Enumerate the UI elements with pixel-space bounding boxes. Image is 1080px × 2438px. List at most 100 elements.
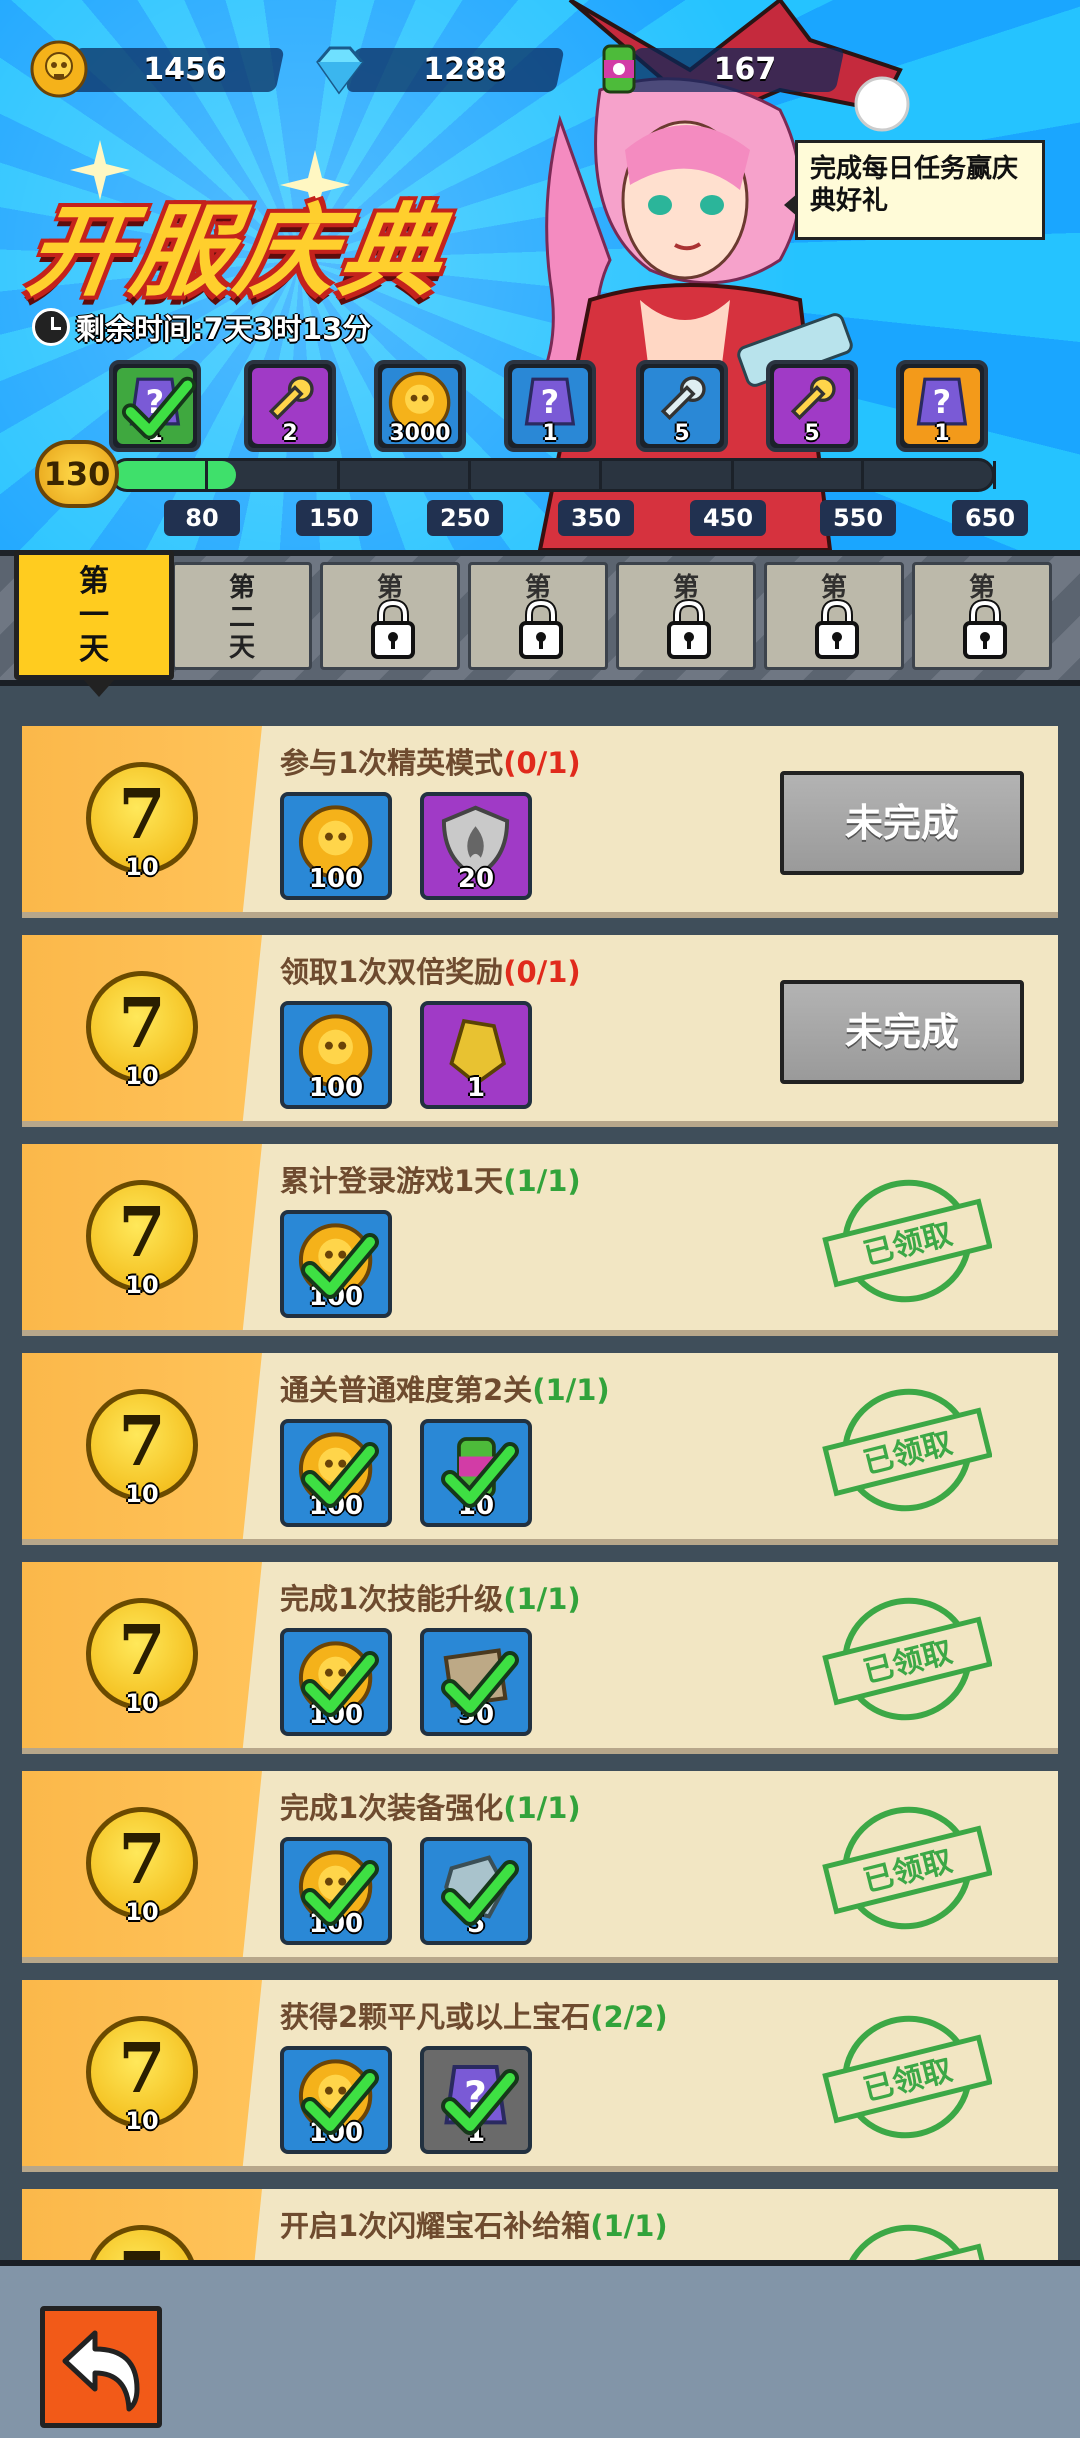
back-button[interactable] [40,2306,162,2428]
reward-item[interactable]: 10 [420,1419,532,1527]
progress-tick [731,461,734,489]
progress-tick [468,461,471,489]
progress-tick [861,461,864,489]
medal-number: 7 [118,775,166,855]
lock-icon [371,598,415,659]
milestone-label: 150 [296,500,372,536]
energy-can-icon [602,44,636,94]
lock-icon [963,598,1007,659]
progress-fill [113,461,237,489]
event-timer: 剩余时间:7天3时13分 [32,305,371,349]
claimed-stamp: 已领取 [822,2224,992,2260]
checkmark-icon [441,1860,519,1926]
milestone-reward-5[interactable]: 5 [636,360,728,452]
task-text: 参与1次精英模式 [280,746,504,780]
task-title: 通关普通难度第2关(1/1) [280,1367,610,1409]
bottom-bar [0,2260,1080,2438]
reward-item[interactable]: 100 [280,1001,392,1109]
medal-points: 10 [125,1480,159,1508]
medal-points: 10 [125,1689,159,1717]
milestone-label: 350 [558,500,634,536]
task-list[interactable]: 7 10 参与1次精英模式(0/1) 100 20 未完成 7 10 领取1次双倍奖励(0/1)… [0,680,1080,2260]
lock-icon [519,598,563,659]
task-text: 完成1次装备强化 [280,1791,504,1825]
checkmark-icon [301,1442,379,1508]
milestone-reward-3[interactable]: 3000 [374,360,466,452]
medal-icon: 710 [86,2016,198,2135]
reward-count: 100 [308,864,364,894]
tab-day-1[interactable]: 第 一 天 [14,550,174,697]
task-text: 领取1次双倍奖励 [280,955,504,989]
milestone-label: 650 [952,500,1028,536]
tab-day-5[interactable]: 第 五 天 [616,562,756,670]
task-title: 开启1次闪耀宝石补给箱(1/1) [280,2203,668,2245]
milestone-reward-7[interactable]: ? 1 [896,360,988,452]
tab-day-2[interactable]: 第 二 天 [172,562,312,670]
reward-item[interactable]: 30 [420,1628,532,1736]
progress-tick [337,461,340,489]
reward-item[interactable]: 1 [420,1001,532,1109]
milestone-label: 450 [690,500,766,536]
coin-value: 1456 [143,52,227,87]
checkmark-icon [301,1860,379,1926]
reward-count: 1 [542,421,558,446]
reward-count: 5 [804,421,820,446]
task-row: 7 10 参与1次精英模式(0/1) 100 20 未完成 [22,726,1058,918]
reward-item[interactable]: 20 [420,792,532,900]
clock-icon [32,308,70,346]
medal-icon: 710 [86,1598,198,1717]
medal-number: 7 [118,1611,166,1691]
reward-count: 3000 [389,421,451,446]
medal-number: 7 [118,1193,166,1273]
milestone-reward-6[interactable]: 5 [766,360,858,452]
incomplete-button[interactable]: 未完成 [780,980,1024,1084]
task-progress: (1/1) [532,1373,610,1407]
reward-item[interactable]: 100 [280,1837,392,1945]
reward-item[interactable]: 100 [280,1210,392,1318]
reward-item[interactable]: 100 [280,792,392,900]
reward-count: 1 [934,421,950,446]
task-title: 完成1次技能升级(1/1) [280,1576,581,1618]
medal-number: 7 [118,1402,166,1482]
task-title: 完成1次装备强化(1/1) [280,1785,581,1827]
tab-label: 第 二 天 [228,573,255,663]
claimed-stamp: 已领取 [822,1388,992,1512]
milestone-reward-1[interactable]: ? 1 [109,360,201,452]
medal-points: 10 [125,1898,159,1926]
speech-bubble: 完成每日任务赢庆典好礼 [784,140,1045,240]
medal-number: 7 [118,984,166,1064]
task-progress: (1/1) [503,1582,581,1616]
task-row: 7 10 获得2颗平凡或以上宝石(2/2) 100 ? 1 已领取 [22,1980,1058,2172]
medal-points: 10 [125,853,159,881]
reward-item[interactable]: 5 [420,1837,532,1945]
timer-label: 剩余时间:7天3时13分 [76,312,372,346]
checkmark-icon [441,1651,519,1717]
task-title: 领取1次双倍奖励(0/1) [280,949,581,991]
task-row: 7 10 完成1次技能升级(1/1) 100 30 已领取 [22,1562,1058,1754]
claimed-stamp: 已领取 [822,1179,992,1303]
medal-icon: 710 [86,1389,198,1508]
task-progress: (0/1) [503,955,581,989]
reward-count: 1 [466,1073,486,1103]
reward-item[interactable]: 100 [280,1419,392,1527]
tab-day-7[interactable]: 第 七 天 [912,562,1052,670]
reward-count: 2 [282,421,298,446]
checkmark-icon [301,2069,379,2135]
reward-item[interactable]: 100 [280,1628,392,1736]
milestone-reward-4[interactable]: ? 1 [504,360,596,452]
svg-text:?: ? [541,383,560,421]
task-row: 710开启1次闪耀宝石补给箱(1/1)已领取 [22,2189,1058,2260]
diamond-value: 1288 [423,52,507,87]
task-progress: (1/1) [590,2209,668,2243]
medal-icon: 710 [86,971,198,1090]
tab-day-3[interactable]: 第 三 天 [320,562,460,670]
tab-day-4[interactable]: 第 四 天 [468,562,608,670]
reward-item[interactable]: 100 [280,2046,392,2154]
task-text: 获得2颗平凡或以上宝石 [280,2000,591,2034]
incomplete-button[interactable]: 未完成 [780,771,1024,875]
checkmark-icon [121,376,197,440]
reward-item[interactable]: ? 1 [420,2046,532,2154]
tab-day-6[interactable]: 第 六 天 [764,562,904,670]
milestone-label: 250 [427,500,503,536]
milestone-reward-2[interactable]: 2 [244,360,336,452]
